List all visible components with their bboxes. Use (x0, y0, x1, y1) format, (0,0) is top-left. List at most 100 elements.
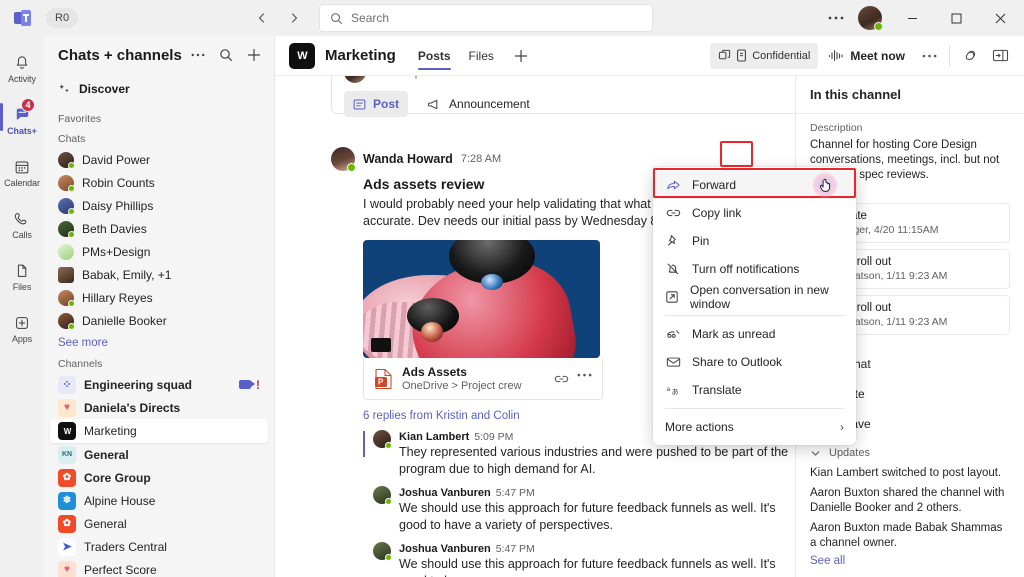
sidebar-item-marketing[interactable]: W Marketing (50, 419, 268, 443)
account-pill[interactable]: R0 (46, 8, 78, 28)
menu-item-pin[interactable]: Pin (653, 227, 856, 255)
chevron-right-icon: › (840, 420, 844, 434)
sidebar-item-perfect-score[interactable]: ♥ Perfect Score (44, 558, 274, 577)
sidebar-title: Chats + channels (58, 47, 182, 64)
update-item: Kian Lambert switched to post layout. (796, 461, 1024, 481)
side-panel-toggle[interactable] (986, 42, 1014, 70)
minimize-button[interactable] (890, 2, 934, 34)
share-icon (718, 49, 731, 62)
rail-item-files[interactable]: Files (0, 250, 44, 302)
updates-label: Updates (829, 447, 870, 459)
rail-item-apps[interactable]: Apps (0, 302, 44, 354)
avatar (58, 198, 74, 214)
file-icon (12, 261, 32, 281)
avatar (373, 542, 391, 560)
new-chat-button[interactable] (242, 43, 266, 67)
rail-item-calls[interactable]: Calls (0, 198, 44, 250)
chat-name: Babak, Emily, +1 (82, 268, 171, 282)
reply-time: 5:09 PM (474, 431, 513, 443)
channel-more-button[interactable] (915, 42, 943, 70)
post-type-button[interactable]: Post (344, 91, 408, 117)
description-label: Description (810, 122, 1010, 134)
menu-item-copy-link[interactable]: Copy link (653, 199, 856, 227)
menu-item-translate[interactable]: aあ Translate (653, 376, 856, 404)
chat-name: Hillary Reyes (82, 291, 153, 305)
envelope-icon (665, 356, 681, 368)
list-item[interactable]: PMs+Design (44, 240, 274, 263)
avatar (58, 313, 74, 329)
list-item[interactable]: David Power (44, 148, 274, 171)
sidebar-item-general-2[interactable]: ✿ General (44, 512, 274, 535)
attachment-card[interactable]: P Ads Assets OneDrive > Project crew (363, 358, 603, 400)
panel-header: In this channel (796, 76, 1024, 114)
sidebar-item-discover[interactable]: Discover (44, 74, 274, 104)
chats-unread-badge: 4 (21, 98, 35, 112)
sidebar-more-button[interactable] (186, 43, 210, 67)
sensitivity-label-chip[interactable]: Confidential (710, 43, 818, 69)
avatar[interactable] (858, 6, 882, 30)
rail-label-files: Files (13, 282, 32, 292)
channel-name: Daniela's Directs (84, 401, 180, 415)
list-item[interactable]: Daisy Phillips (44, 194, 274, 217)
avatar (58, 244, 74, 260)
menu-item-label: Forward (692, 178, 736, 192)
announcement-button[interactable]: Announcement (418, 91, 539, 117)
menu-item-mark-as-unread[interactable]: Mark as unread (653, 320, 856, 348)
reply-text: They represented various industries and … (399, 444, 799, 478)
menu-item-share-to-outlook[interactable]: Share to Outlook (653, 348, 856, 376)
forward-button[interactable] (279, 4, 309, 32)
chats-channels-sidebar: Chats + channels Discover Favorites (44, 36, 275, 577)
see-all-link[interactable]: See all (796, 551, 1024, 571)
sensitivity-label-text: Confidential (752, 50, 810, 62)
channel-icon: ❄ (58, 492, 76, 510)
settings-and-more-button[interactable] (822, 4, 850, 32)
add-tab-button[interactable] (508, 43, 534, 69)
svg-text:P: P (378, 377, 384, 386)
rail-label-apps: Apps (12, 334, 32, 344)
menu-item-label: Pin (692, 234, 709, 248)
back-button[interactable] (247, 4, 277, 32)
list-item[interactable]: Beth Davies (44, 217, 274, 240)
copy-link-icon[interactable] (554, 373, 569, 385)
see-more-link[interactable]: See more (44, 332, 274, 353)
channel-icon: ✿ (58, 515, 76, 533)
attachment-more-icon[interactable] (577, 373, 592, 385)
list-item[interactable]: Babak, Emily, +1 (44, 263, 274, 286)
bell-off-icon (665, 262, 681, 276)
rail-item-activity[interactable]: Activity (0, 42, 44, 94)
message-image[interactable] (363, 240, 600, 358)
sidebar-search-button[interactable] (214, 43, 238, 67)
close-button[interactable] (978, 2, 1022, 34)
post-label: Post (373, 97, 399, 111)
chat-name: Danielle Booker (82, 314, 167, 328)
menu-item-open-in-new-window[interactable]: Open conversation in new window (653, 283, 856, 311)
search-input[interactable]: Search (319, 4, 653, 32)
meet-now-button[interactable]: Meet now (820, 43, 913, 69)
menu-item-turn-off-notifications[interactable]: Turn off notifications (653, 255, 856, 283)
menu-item-label: Open conversation in new window (690, 283, 844, 311)
sidebar-item-core-group[interactable]: ✿ Core Group (44, 466, 274, 489)
tab-posts[interactable]: Posts (410, 36, 459, 76)
post-icon (353, 98, 366, 111)
message-timestamp: 7:28 AM (461, 153, 501, 165)
sidebar-item-engineering-squad[interactable]: ⁘ Engineering squad ! (44, 373, 274, 396)
list-item[interactable]: Hillary Reyes (44, 286, 274, 309)
sidebar-item-general-1[interactable]: KN General (44, 443, 274, 466)
megaphone-icon (427, 98, 442, 111)
divider (949, 46, 950, 66)
list-item[interactable]: Robin Counts (44, 171, 274, 194)
sidebar-item-alpine-house[interactable]: ❄ Alpine House (44, 489, 274, 512)
rail-item-calendar[interactable]: Calendar (0, 146, 44, 198)
rail-item-chats[interactable]: 4 Chats+ (0, 94, 44, 146)
maximize-button[interactable] (934, 2, 978, 34)
discover-label: Discover (79, 82, 130, 96)
reply-text: We should use this approach for future f… (399, 500, 799, 534)
mark-unread-icon (665, 328, 681, 340)
sidebar-item-danielas-directs[interactable]: ♥ Daniela's Directs (44, 396, 274, 419)
list-item[interactable]: Danielle Booker (44, 309, 274, 332)
sidebar-item-traders-central[interactable]: ➤ Traders Central (44, 535, 274, 558)
menu-item-more-actions[interactable]: More actions › (653, 413, 856, 441)
copilot-icon[interactable] (956, 42, 984, 70)
tab-files[interactable]: Files (461, 36, 502, 76)
reply-time: 5:47 PM (496, 543, 535, 555)
